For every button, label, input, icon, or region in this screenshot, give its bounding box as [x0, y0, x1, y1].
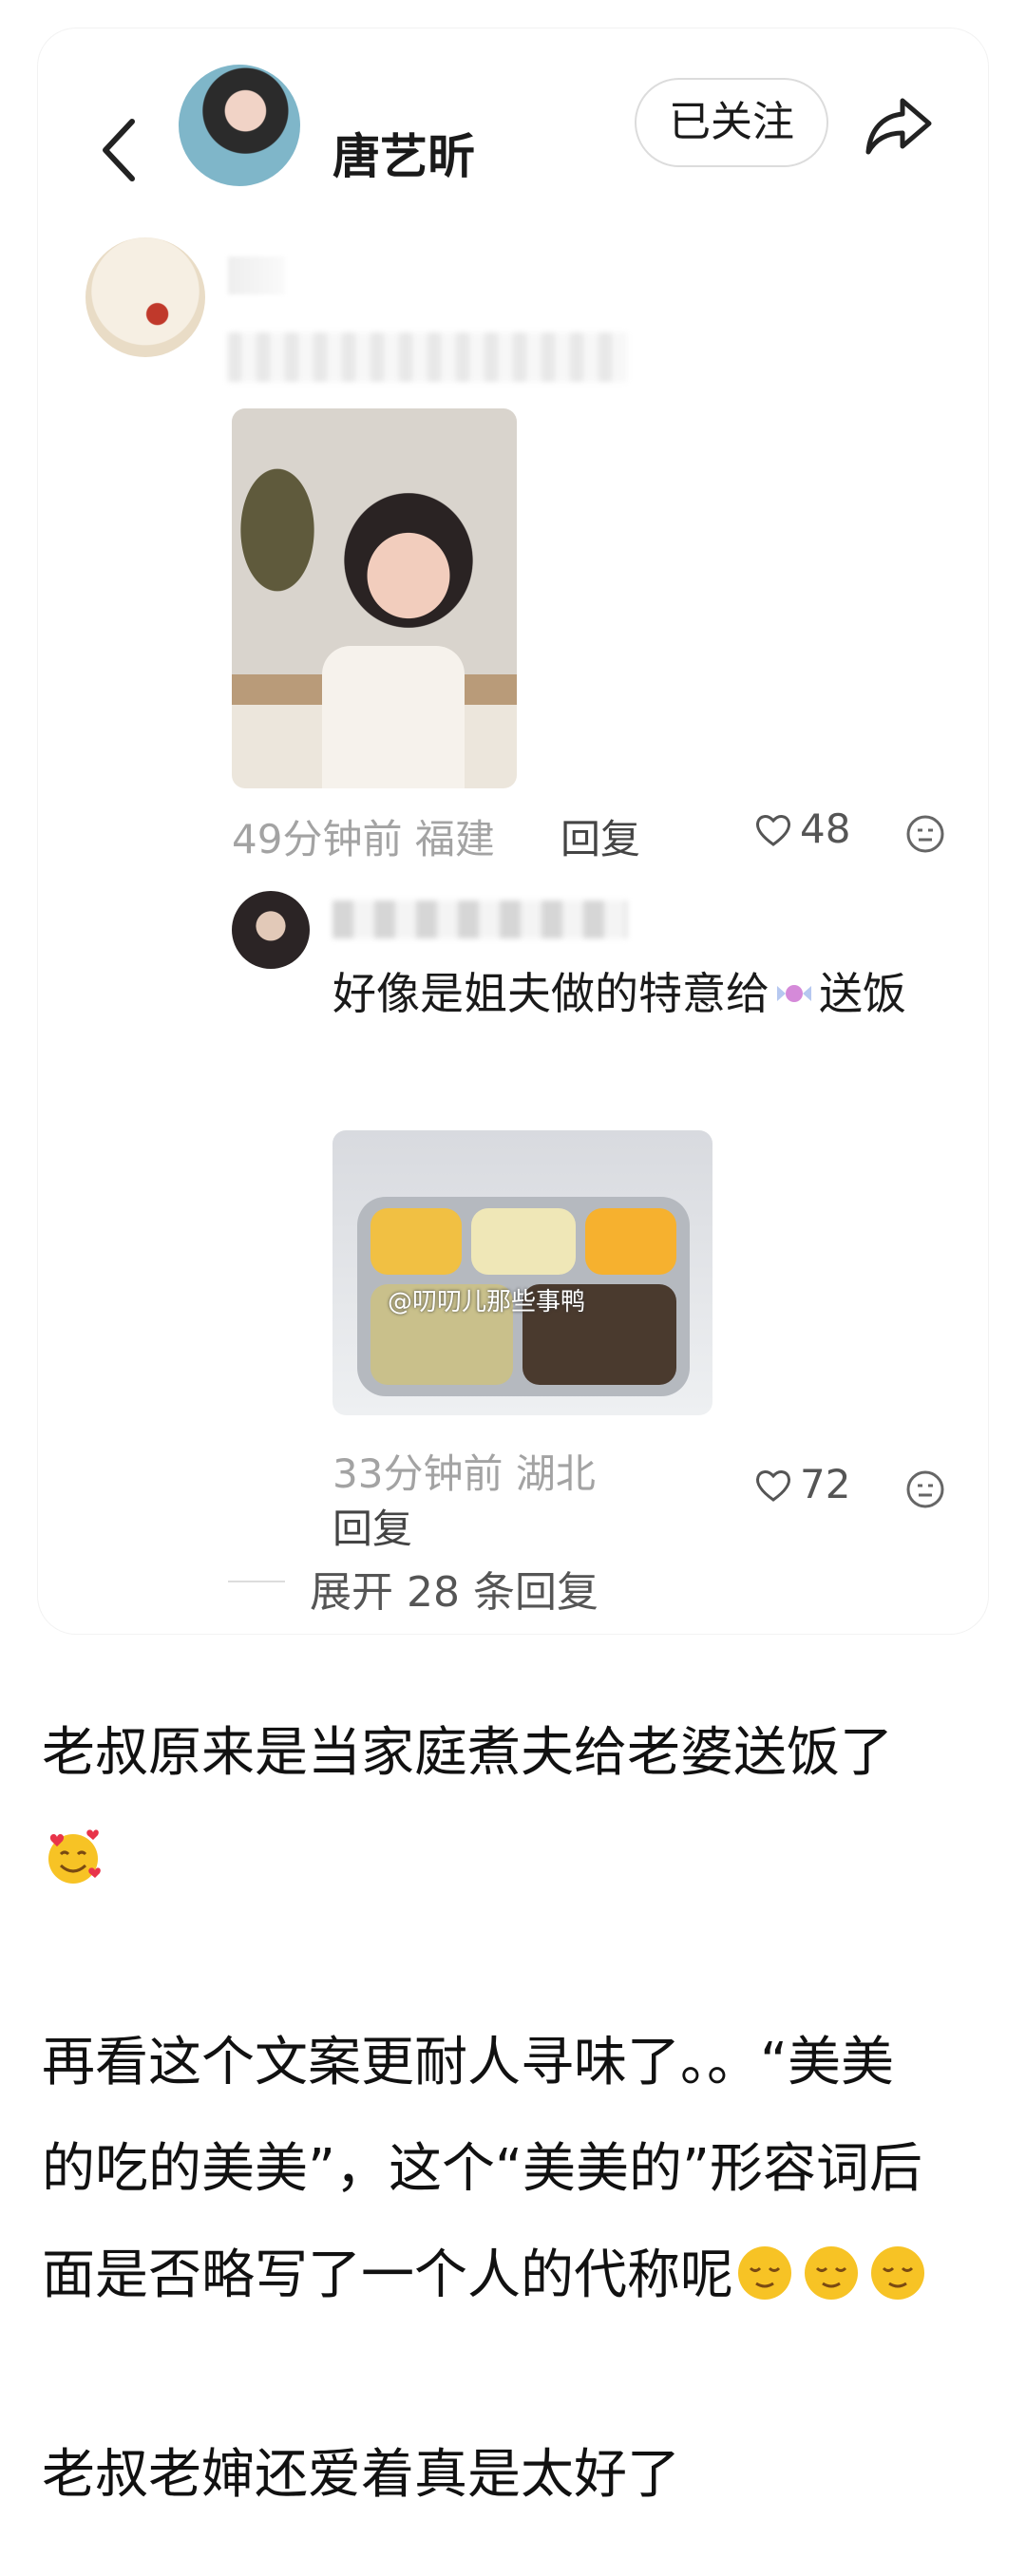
comment-like-button[interactable]: 48: [752, 805, 850, 852]
reply-meta: 33分钟前 湖北: [332, 1442, 596, 1500]
article-line: 再看这个文案更耐人寻味了。。“美美: [42, 2032, 895, 2093]
article-line: 老叔老婶还爱着真是太好了: [42, 2444, 680, 2506]
comment-screenshot-card: 唐艺昕 已关注 49分钟前 福建 回复 48 好像是姐夫做的特意给 送饭 @叨叨…: [38, 28, 988, 1634]
reply-text-start: 好像是姐夫做的特意给: [332, 968, 770, 1019]
article-line-with-emoji: 面是否略写了一个人的代称呢: [42, 2223, 982, 2329]
profile-username[interactable]: 唐艺昕: [332, 119, 475, 187]
blurred-username: [228, 256, 285, 294]
article-line: 的吃的美美”，这个“美美的”形容词后: [42, 2138, 923, 2200]
reply-time: 33分钟前: [332, 1450, 504, 1497]
smiling-face-with-hearts-emoji: [48, 1829, 101, 1884]
reply-text: 好像是姐夫做的特意给 送饭: [332, 957, 960, 1030]
relieved-face-emoji: [738, 2246, 791, 2300]
comment-time: 49分钟前: [232, 816, 403, 862]
meh-face-icon[interactable]: [904, 1468, 946, 1510]
meh-face-icon[interactable]: [904, 813, 946, 855]
reply-text-end: 送饭: [819, 968, 906, 1019]
relieved-face-emoji: [805, 2246, 858, 2300]
avatar[interactable]: [179, 65, 300, 186]
blurred-username: [332, 900, 627, 938]
relieved-face-emoji: [871, 2246, 924, 2300]
comment-location: 福建: [414, 816, 495, 862]
heart-outline-icon: [756, 1469, 790, 1502]
blurred-comment-text: [228, 332, 627, 382]
reply-location: 湖北: [515, 1450, 596, 1497]
image-watermark: @叨叨儿那些事鸭: [388, 1288, 586, 1316]
share-icon: [865, 98, 932, 155]
comment-reply-button[interactable]: 回复: [560, 807, 640, 865]
commenter-avatar[interactable]: [86, 237, 205, 357]
reply-like-count: 72: [800, 1461, 851, 1507]
share-button[interactable]: [861, 87, 937, 163]
heart-outline-icon: [756, 814, 790, 846]
divider: [228, 1581, 285, 1582]
article-paragraph-2: 再看这个文案更耐人寻味了。。“美美 的吃的美美”，这个“美美的”形容词后 面是否…: [42, 2010, 982, 2329]
comment-image[interactable]: [232, 408, 517, 788]
back-button[interactable]: [90, 112, 147, 188]
article-paragraph-1: 老叔原来是当家庭煮夫给老婆送饭了: [42, 1700, 982, 1913]
chevron-left-icon: [103, 119, 135, 181]
candy-emoji-icon: [777, 985, 811, 1002]
reply-like-button[interactable]: 72: [752, 1461, 850, 1507]
comment-like-count: 48: [800, 805, 851, 852]
article-emoji-line: [42, 1807, 982, 1913]
article-line: 面是否略写了一个人的代称呢: [42, 2245, 733, 2306]
expand-replies-button[interactable]: 展开 28 条回复: [310, 1558, 598, 1619]
comment-meta: 49分钟前 福建: [232, 807, 495, 865]
article-paragraph-3: 老叔老婶还爱着真是太好了: [42, 2422, 982, 2529]
article-line: 老叔原来是当家庭煮夫给老婆送饭了: [42, 1722, 893, 1784]
follow-button[interactable]: 已关注: [635, 78, 828, 167]
profile-header: 唐艺昕 已关注: [38, 28, 988, 218]
reply-image[interactable]: @叨叨儿那些事鸭: [332, 1130, 712, 1415]
reply-reply-button[interactable]: 回复: [332, 1497, 412, 1555]
replier-avatar[interactable]: [232, 891, 310, 969]
